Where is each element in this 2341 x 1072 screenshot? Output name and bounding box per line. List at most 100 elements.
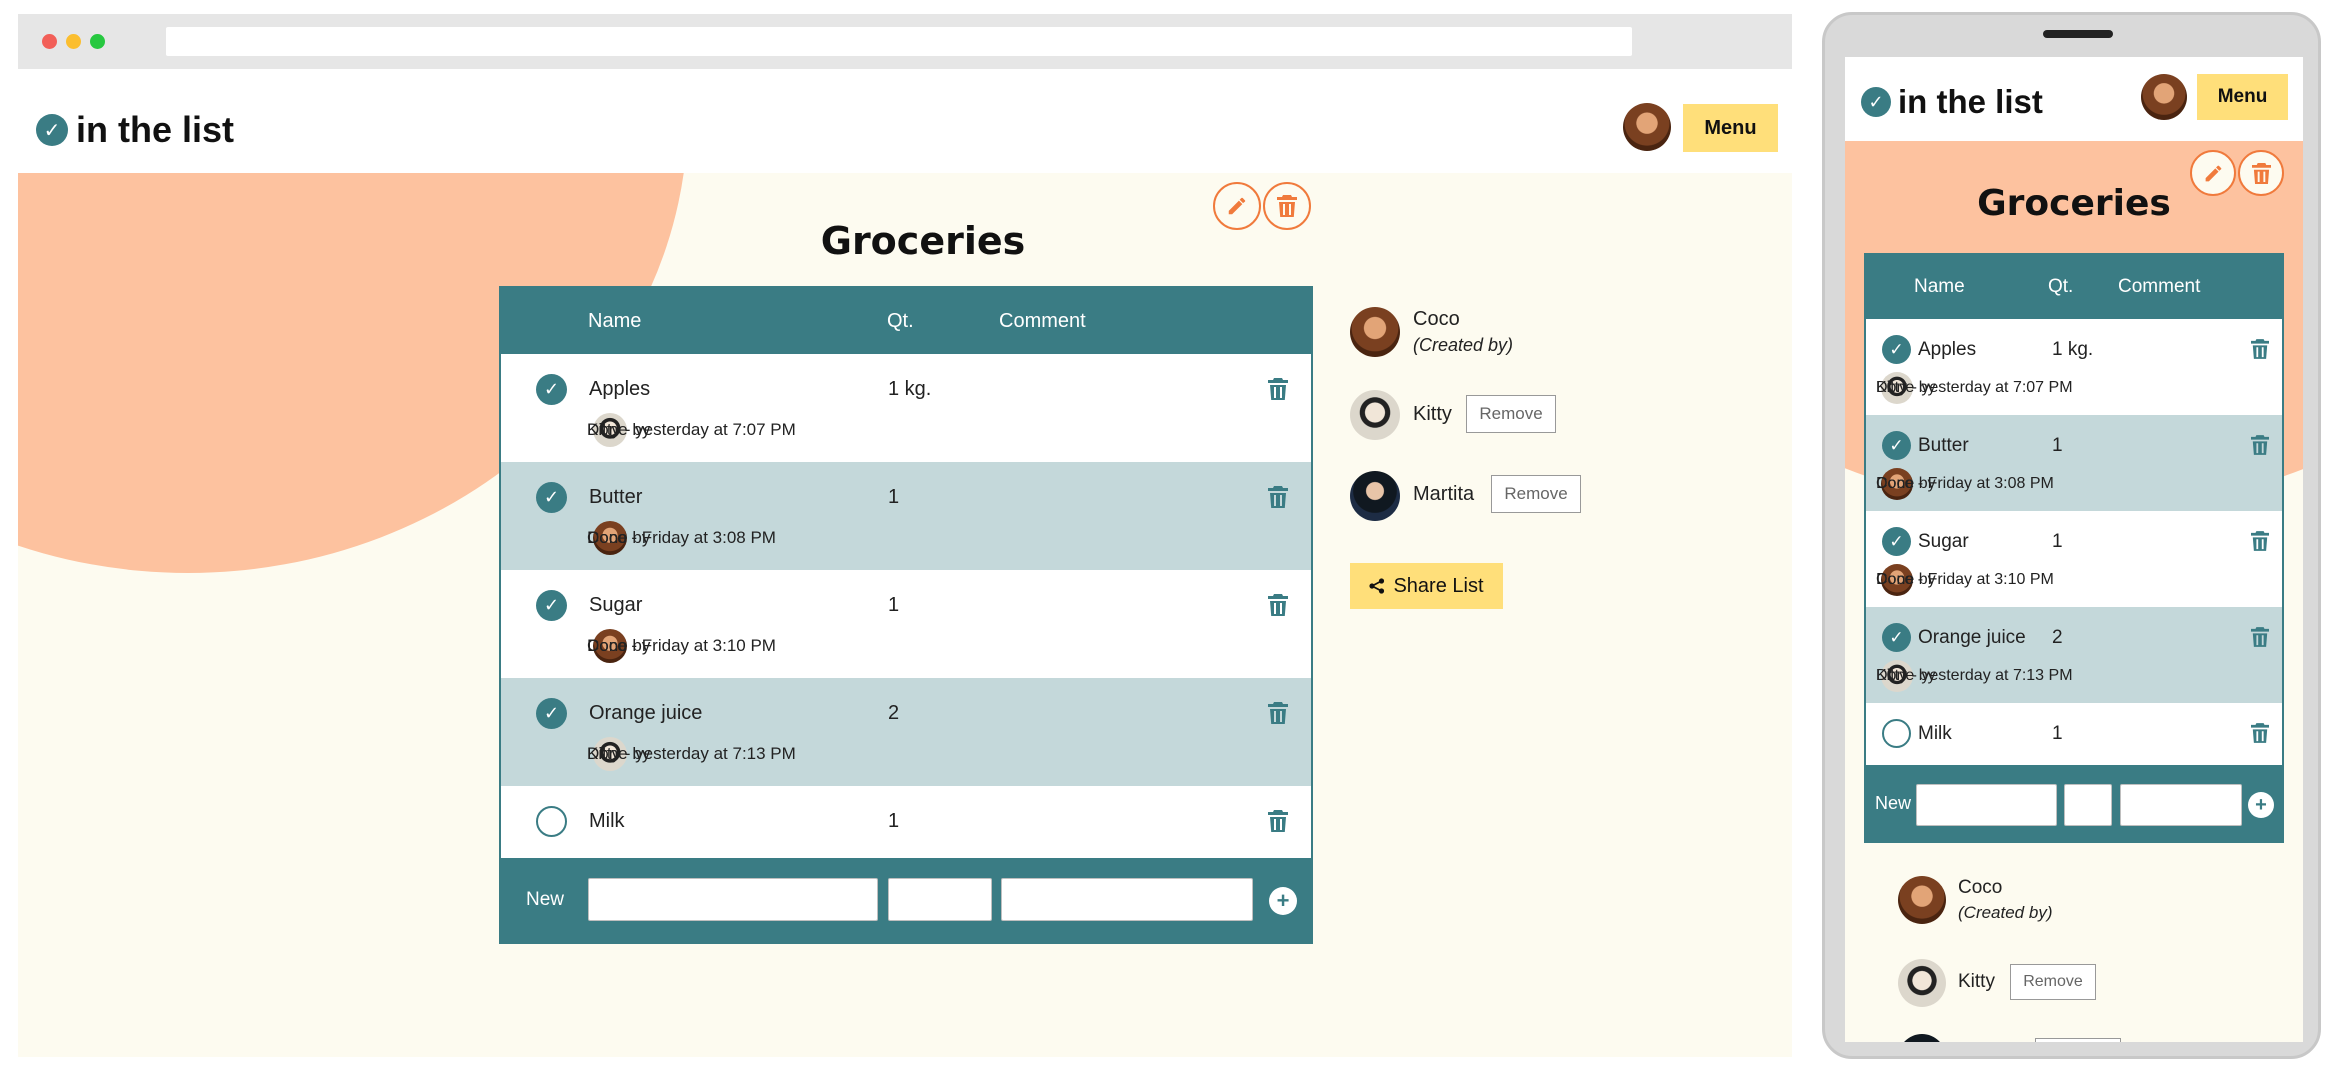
item-name[interactable]: Butter	[1918, 435, 1969, 457]
item-qty[interactable]: 2	[888, 702, 899, 725]
check-icon: ✓	[36, 114, 68, 146]
done-checkbox[interactable]: ✓	[536, 374, 567, 405]
phone-mockup: ✓ in the list Menu Groceries Name Qt. Co…	[1822, 12, 2321, 1059]
items-table: Name Qt. Comment ✓ Apples 1 kg. Done by	[1864, 253, 2284, 843]
share-label: Share List	[1393, 574, 1484, 597]
add-item-button[interactable]: +	[1269, 887, 1297, 915]
done-by-text: Coco - Friday at 3:08 PM	[1876, 475, 2054, 492]
done-by-text: Kitty - yesterday at 7:07 PM	[1876, 379, 2073, 396]
minimize-dot-icon[interactable]	[66, 34, 81, 49]
item-qty[interactable]: 1	[2052, 723, 2063, 745]
trash-icon	[1268, 486, 1288, 508]
item-qty[interactable]: 1	[888, 594, 899, 617]
delete-item-button[interactable]	[2251, 530, 2269, 552]
phone-screen: ✓ in the list Menu Groceries Name Qt. Co…	[1845, 57, 2303, 1042]
delete-item-button[interactable]	[1268, 809, 1288, 833]
item-name[interactable]: Orange juice	[1918, 627, 2026, 649]
item-qty[interactable]: 1 kg.	[888, 378, 931, 401]
plus-icon: +	[1276, 888, 1290, 913]
done-by-info: Done by Kitty - yesterday at 7:13 PM	[587, 735, 796, 773]
table-row: ✓ Orange juice 2 Done by Kitty - yesterd…	[501, 678, 1311, 786]
item-name[interactable]: Orange juice	[589, 702, 702, 725]
done-by-info: Done by Coco - Friday at 3:10 PM	[1876, 563, 2054, 597]
menu-button[interactable]: Menu	[1683, 104, 1778, 152]
item-qty[interactable]: 1	[2052, 435, 2063, 457]
done-checkbox[interactable]: ✓	[536, 590, 567, 621]
menu-button[interactable]: Menu	[2197, 74, 2288, 120]
maximize-dot-icon[interactable]	[90, 34, 105, 49]
delete-item-button[interactable]	[1268, 593, 1288, 617]
new-item-comment-input[interactable]	[1001, 878, 1253, 921]
delete-item-button[interactable]	[1268, 485, 1288, 509]
item-name[interactable]: Apples	[1918, 339, 1976, 361]
done-checkbox[interactable]	[536, 806, 567, 837]
address-bar[interactable]	[166, 27, 1632, 56]
new-item-comment-input[interactable]	[2120, 784, 2242, 826]
new-item-name-input[interactable]	[1916, 784, 2057, 826]
table-row: ✓ Butter 1 Done by Coco - Friday at 3:08…	[501, 462, 1311, 570]
mobile-main-content: Groceries Name Qt. Comment ✓ Apples 1 kg…	[1845, 141, 2303, 1042]
item-name[interactable]: Apples	[589, 378, 650, 401]
done-by-text: Coco - Friday at 3:08 PM	[587, 528, 776, 547]
member-avatar-coco	[1350, 307, 1400, 357]
new-item-row: New +	[501, 858, 1311, 942]
trash-icon	[2251, 435, 2269, 455]
member-avatar-coco	[1898, 876, 1946, 924]
done-checkbox[interactable]	[1882, 719, 1911, 748]
done-checkbox[interactable]: ✓	[1882, 431, 1911, 460]
remove-member-button[interactable]: Remove	[1466, 395, 1556, 433]
edit-list-button[interactable]	[1213, 182, 1261, 230]
item-name[interactable]: Sugar	[589, 594, 642, 617]
item-name[interactable]: Butter	[589, 486, 642, 509]
item-name[interactable]: Milk	[1918, 723, 1952, 745]
remove-member-button[interactable]: Remove	[1491, 475, 1581, 513]
list-title: Groceries	[820, 219, 1026, 263]
close-dot-icon[interactable]	[42, 34, 57, 49]
new-item-qty-input[interactable]	[2064, 784, 2112, 826]
remove-member-button[interactable]: Remove	[2035, 1038, 2121, 1042]
list-title: Groceries	[1977, 183, 2171, 224]
delete-list-button[interactable]	[1263, 182, 1311, 230]
column-name: Name	[588, 310, 642, 332]
table-row: ✓ Orange juice 2 Done by Kitty - yesterd…	[1866, 607, 2282, 703]
remove-member-button[interactable]: Remove	[2010, 964, 2096, 1000]
app-logo[interactable]: ✓ in the list	[36, 109, 234, 151]
delete-item-button[interactable]	[2251, 722, 2269, 744]
item-name[interactable]: Milk	[589, 810, 625, 833]
done-checkbox[interactable]: ✓	[1882, 527, 1911, 556]
share-list-button[interactable]: Share List	[1350, 563, 1503, 609]
delete-item-button[interactable]	[1268, 701, 1288, 725]
item-qty[interactable]: 1	[888, 810, 899, 833]
new-item-qty-input[interactable]	[888, 878, 992, 921]
add-item-button[interactable]: +	[2248, 792, 2274, 818]
user-avatar[interactable]	[1623, 103, 1671, 151]
new-label: New	[1875, 793, 1912, 813]
member-name: Coco	[1413, 308, 1460, 330]
delete-item-button[interactable]	[2251, 626, 2269, 648]
done-checkbox[interactable]: ✓	[536, 482, 567, 513]
done-checkbox[interactable]: ✓	[536, 698, 567, 729]
item-qty[interactable]: 2	[2052, 627, 2063, 649]
item-qty[interactable]: 1	[2052, 531, 2063, 553]
pencil-icon	[1228, 197, 1246, 215]
item-qty[interactable]: 1 kg.	[2052, 339, 2093, 361]
trash-icon	[1268, 810, 1288, 832]
delete-item-button[interactable]	[2251, 434, 2269, 456]
item-name[interactable]: Sugar	[1918, 531, 1969, 553]
delete-list-button[interactable]	[2238, 150, 2284, 196]
app-header: ✓ in the list Menu	[18, 69, 1792, 173]
app-logo[interactable]: ✓ in the list	[1861, 83, 2043, 121]
plus-icon: +	[2255, 793, 2267, 816]
new-item-name-input[interactable]	[588, 878, 878, 921]
main-content: Groceries Name Qt. Comment ✓ Apples 1 kg…	[18, 173, 1792, 1057]
done-checkbox[interactable]: ✓	[1882, 623, 1911, 652]
item-qty[interactable]: 1	[888, 486, 899, 509]
delete-item-button[interactable]	[1268, 377, 1288, 401]
trash-icon	[2251, 531, 2269, 551]
done-by-info: Done by Kitty - yesterday at 7:07 PM	[587, 411, 796, 449]
done-by-info: Done by Coco - Friday at 3:08 PM	[1876, 467, 2054, 501]
share-icon	[1369, 578, 1385, 594]
user-avatar[interactable]	[2141, 74, 2187, 120]
delete-item-button[interactable]	[2251, 338, 2269, 360]
done-checkbox[interactable]: ✓	[1882, 335, 1911, 364]
